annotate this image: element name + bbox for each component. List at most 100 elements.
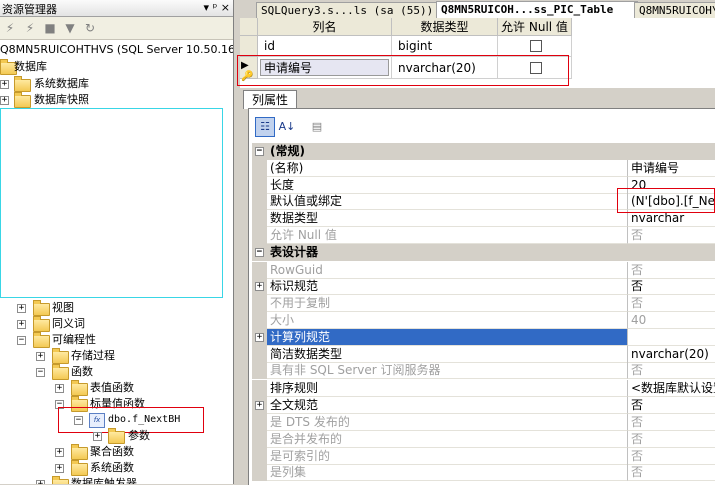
property-value[interactable]: nvarchar(20) <box>628 346 715 363</box>
property-gutter: − <box>252 244 267 261</box>
expand-icon[interactable]: + <box>255 282 264 291</box>
tree-item-system-functions[interactable]: + 系统函数 <box>0 460 150 476</box>
property-name: 是可索引的 <box>267 448 628 465</box>
expand-icon[interactable]: + <box>17 320 26 329</box>
panel-window-buttons[interactable]: ▾ ᵖ × <box>204 1 230 14</box>
property-value[interactable] <box>628 329 715 346</box>
property-value[interactable]: 否 <box>628 278 715 295</box>
property-row[interactable]: + 标识规范否 <box>252 278 715 295</box>
cell-data-type[interactable]: bigint <box>392 36 498 57</box>
tab-q8mn5ruicoh[interactable]: Q8MN5RUICOH\ <box>634 2 715 18</box>
property-gutter <box>252 295 267 312</box>
property-row[interactable]: 是可索引的否 <box>252 448 715 465</box>
property-gutter <box>252 160 267 177</box>
property-row[interactable]: + 计算列规范 <box>252 329 715 346</box>
row-header[interactable] <box>240 36 258 57</box>
property-row[interactable]: 是合并发布的否 <box>252 431 715 448</box>
property-row[interactable]: 是列集否 <box>252 464 715 481</box>
annotation-box-row <box>237 55 569 86</box>
property-row[interactable]: RowGuid 否 <box>252 262 715 279</box>
property-value[interactable]: <数据库默认设置 <box>628 380 715 397</box>
column-header-allow-null[interactable]: 允许 Null 值 <box>498 18 572 36</box>
tree-label: 同义词 <box>52 317 85 330</box>
categorized-icon[interactable]: ☷ <box>255 117 275 137</box>
folder-icon <box>71 380 88 396</box>
tree-item-system-databases[interactable]: + 系统数据库 <box>0 76 120 92</box>
tree-item-programmability[interactable]: − 可编程性 <box>0 332 120 348</box>
tab-sqlquery3[interactable]: SQLQuery3.s...ls (sa (55)) <box>256 2 442 18</box>
property-pages-icon[interactable]: ▤ <box>307 117 327 137</box>
property-gutter: + <box>252 397 267 414</box>
collapse-icon[interactable]: − <box>255 147 264 156</box>
tree-label: 聚合函数 <box>90 445 134 458</box>
tree-item-database-snapshots[interactable]: + 数据库快照 <box>0 92 120 108</box>
connect-icon[interactable]: ⚡ <box>2 20 18 36</box>
tree-item-database-triggers[interactable]: + 数据库触发器 <box>0 476 160 484</box>
expand-icon[interactable]: + <box>0 96 9 105</box>
tree-item-parameters[interactable]: + 参数 <box>0 428 160 444</box>
tree-item-table-valued-functions[interactable]: + 表值函数 <box>0 380 150 396</box>
property-name: 是 DTS 发布的 <box>267 414 628 431</box>
property-row[interactable]: 排序规则<数据库默认设置 <box>252 380 715 397</box>
selection-highlight-box <box>0 108 223 298</box>
tree-item-synonyms[interactable]: + 同义词 <box>0 316 120 332</box>
property-category[interactable]: − 表设计器 <box>252 244 715 261</box>
folder-icon <box>108 428 125 444</box>
expand-icon[interactable]: + <box>55 448 64 457</box>
sort-alphabetical-icon[interactable]: A↓ <box>277 117 297 137</box>
property-value: 40 <box>628 312 715 329</box>
tab-pic-table[interactable]: Q8MN5RUICOH...ss_PIC_Table <box>436 1 638 19</box>
property-value[interactable]: 申请编号 <box>628 160 715 177</box>
property-name: 大小 <box>267 312 628 329</box>
property-value[interactable]: 否 <box>628 397 715 414</box>
property-row[interactable]: 简洁数据类型 nvarchar(20) <box>252 346 715 363</box>
expand-icon[interactable]: + <box>93 432 102 441</box>
property-row[interactable]: 允许 Null 值否 <box>252 227 715 244</box>
property-name: 允许 Null 值 <box>267 227 628 244</box>
tab-column-properties[interactable]: 列属性 <box>243 90 297 109</box>
expand-icon[interactable]: + <box>55 464 64 473</box>
expand-icon[interactable]: + <box>255 401 264 410</box>
filter-icon[interactable]: ▼ <box>62 20 78 36</box>
property-category[interactable]: − (常规) <box>252 143 715 160</box>
folder-icon <box>33 316 50 332</box>
tree-item-functions[interactable]: − 函数 <box>0 364 120 380</box>
property-gutter <box>252 193 267 210</box>
property-name: 标识规范 <box>267 278 628 295</box>
property-toolbar: ☷ A↓ ▤ <box>252 113 712 139</box>
collapse-icon[interactable]: − <box>255 248 264 257</box>
property-row[interactable]: 大小 40 <box>252 312 715 329</box>
object-explorer-toolbar: ⚡ ⚡ ■ ▼ ↻ <box>0 17 233 40</box>
tab-label: Q8MN5RUICOH...ss_PIC_Table <box>441 3 614 16</box>
expand-icon[interactable]: + <box>17 304 26 313</box>
allow-null-checkbox[interactable] <box>530 40 542 52</box>
panel-title: 资源管理器 <box>2 3 57 16</box>
property-row[interactable]: (名称) 申请编号 <box>252 160 715 177</box>
property-row[interactable]: + 全文规范否 <box>252 397 715 414</box>
cell-column-name[interactable]: id <box>258 36 392 57</box>
server-node[interactable]: Q8MN5RUICOHTHVS (SQL Server 10.50.1600 <box>0 42 233 58</box>
tree-label: 可编程性 <box>52 333 96 346</box>
collapse-icon[interactable]: − <box>17 336 26 345</box>
property-row[interactable]: 是 DTS 发布的否 <box>252 414 715 431</box>
expand-icon[interactable]: + <box>36 352 45 361</box>
expand-icon[interactable]: + <box>255 333 264 342</box>
collapse-icon[interactable]: − <box>36 368 45 377</box>
property-value: 否 <box>628 464 715 481</box>
refresh-icon[interactable]: ↻ <box>82 20 98 36</box>
tree-label: 数据库触发器 <box>71 477 137 484</box>
property-value: 否 <box>628 362 715 379</box>
expand-icon[interactable]: + <box>55 384 64 393</box>
disconnect-icon[interactable]: ⚡ <box>22 20 38 36</box>
expand-icon[interactable]: + <box>36 480 45 484</box>
expand-icon[interactable]: + <box>0 80 9 89</box>
tree-item-stored-procedures[interactable]: + 存储过程 <box>0 348 140 364</box>
tree-item-databases[interactable]: − 数据库 <box>0 59 100 75</box>
property-row[interactable]: 具有非 SQL Server 订阅服务器否 <box>252 362 715 379</box>
column-header-type[interactable]: 数据类型 <box>392 18 498 36</box>
tree-item-views[interactable]: + 视图 <box>0 300 120 316</box>
property-row[interactable]: 不用于复制否 <box>252 295 715 312</box>
column-header-name[interactable]: 列名 <box>258 18 392 36</box>
stop-icon[interactable]: ■ <box>42 20 58 36</box>
tree-item-aggregate-functions[interactable]: + 聚合函数 <box>0 444 150 460</box>
